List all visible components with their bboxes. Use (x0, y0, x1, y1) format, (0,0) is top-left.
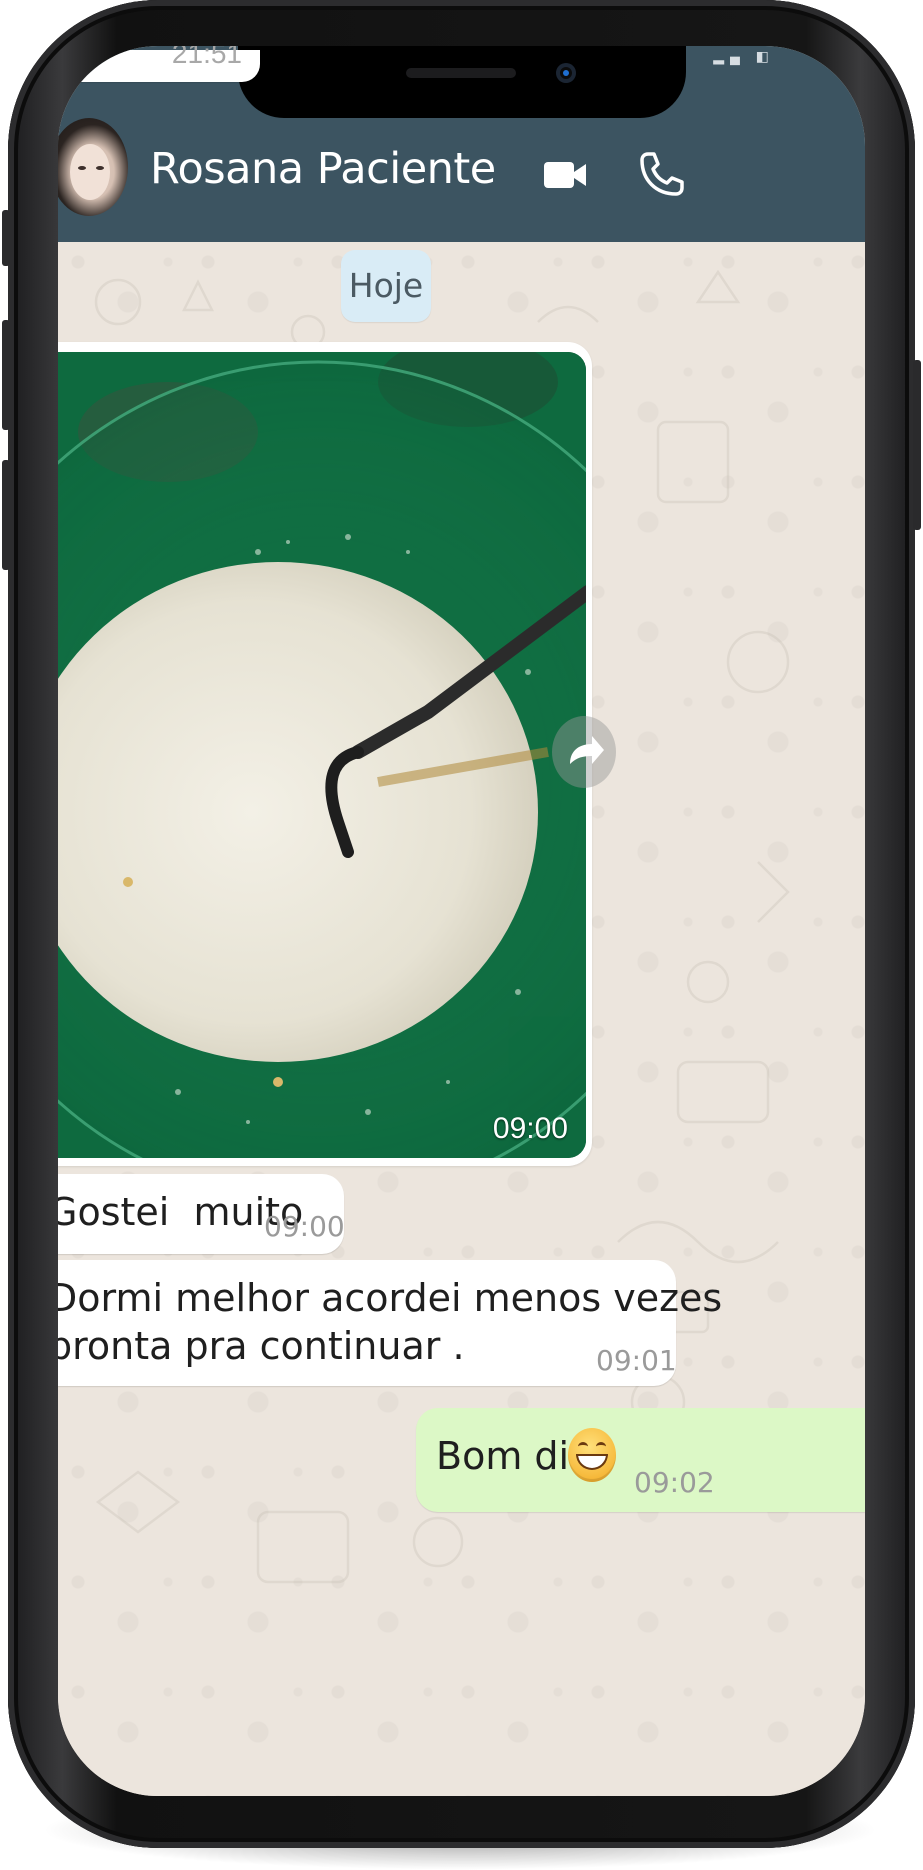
message-text-line-1: Dormi melhor acordei menos vezes (58, 1276, 723, 1320)
phone-screen: ◐ ◑ ◒ ▂▄ ◧ Rosana Paciente (58, 46, 865, 1796)
power-button (913, 360, 921, 530)
avatar-face (70, 144, 110, 200)
voice-call-button[interactable] (634, 146, 690, 202)
action-button (2, 210, 10, 266)
outgoing-message[interactable]: Bom dia 09:02 (416, 1408, 865, 1512)
message-time: 09:02 (634, 1466, 715, 1499)
bowl-photo-image (58, 352, 586, 1158)
earpiece-speaker (406, 68, 516, 78)
grinning-face-emoji-icon (568, 1428, 616, 1482)
avatar[interactable] (58, 118, 128, 216)
volume-down-button (2, 460, 10, 570)
emoji-mouth (576, 1454, 608, 1470)
image-message-bubble[interactable]: 09:00 (58, 342, 592, 1166)
avatar-eye-right (96, 166, 104, 170)
incoming-message[interactable]: Gostei muito 09:00 (58, 1174, 345, 1254)
emoji-eye-right (596, 1442, 606, 1451)
video-camera-icon (544, 162, 586, 188)
contact-name[interactable]: Rosana Paciente (150, 144, 496, 194)
status-icons-right: ▂▄ ◧ (713, 48, 775, 64)
message-time: 21:51 (171, 46, 242, 69)
photo-thumbnail[interactable]: 09:00 (58, 352, 586, 1158)
phone-icon (640, 152, 684, 196)
message-time: 09:01 (596, 1344, 677, 1377)
avatar-eye-left (78, 166, 86, 170)
message-text-line-2: pronta pra continuar . (58, 1324, 465, 1368)
incoming-message[interactable]: Dormi melhor acordei menos vezes pronta … (58, 1260, 722, 1386)
volume-up-button (2, 320, 10, 430)
date-separator: Hoje (341, 250, 431, 322)
front-camera-icon (556, 63, 576, 83)
notch (238, 46, 686, 118)
forward-button[interactable] (552, 716, 616, 788)
video-call-button[interactable] (538, 146, 594, 202)
emoji-eye-left (578, 1442, 588, 1451)
image-time: 09:00 (492, 1112, 568, 1145)
chat-header: Rosana Paciente (58, 118, 865, 242)
message-time: 09:00 (264, 1210, 345, 1243)
forward-icon (570, 736, 604, 764)
previous-message-bubble[interactable]: 21:51 (58, 46, 260, 82)
